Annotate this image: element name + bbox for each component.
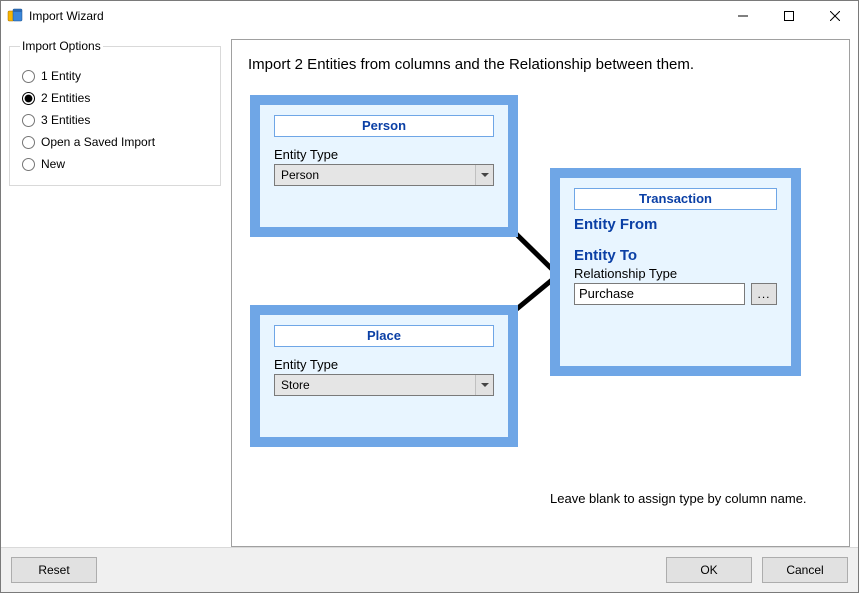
diagram-area: Person Entity Type Person Place Entity T… bbox=[232, 95, 849, 546]
reset-button[interactable]: Reset bbox=[11, 557, 97, 583]
close-button[interactable] bbox=[812, 1, 858, 31]
entity-card-place: Place Entity Type Store bbox=[250, 305, 518, 447]
instruction-text: Import 2 Entities from columns and the R… bbox=[248, 56, 694, 73]
maximize-button[interactable] bbox=[766, 1, 812, 31]
combo-value: Person bbox=[275, 165, 475, 185]
option-open-saved[interactable]: Open a Saved Import bbox=[22, 135, 210, 149]
combo-value: Store bbox=[275, 375, 475, 395]
entity-type-combo-place[interactable]: Store bbox=[274, 374, 494, 396]
radio-3-entities[interactable] bbox=[22, 114, 35, 127]
option-label: Open a Saved Import bbox=[41, 135, 155, 149]
option-2-entities[interactable]: 2 Entities bbox=[22, 91, 210, 105]
content-area: Import Options 1 Entity 2 Entities 3 Ent… bbox=[1, 31, 858, 547]
entity-from-label: Entity From bbox=[574, 216, 777, 233]
browse-button[interactable]: ... bbox=[751, 283, 777, 305]
entity-to-label: Entity To bbox=[574, 247, 777, 264]
radio-new[interactable] bbox=[22, 158, 35, 171]
main-panel: Import 2 Entities from columns and the R… bbox=[231, 39, 850, 547]
radio-open-saved[interactable] bbox=[22, 136, 35, 149]
sidebar: Import Options 1 Entity 2 Entities 3 Ent… bbox=[9, 39, 221, 547]
entity-type-combo-person[interactable]: Person bbox=[274, 164, 494, 186]
app-icon bbox=[7, 8, 23, 24]
radio-2-entities[interactable] bbox=[22, 92, 35, 105]
entity-type-label: Entity Type bbox=[274, 147, 494, 162]
relationship-type-label: Relationship Type bbox=[574, 266, 777, 281]
import-options-legend: Import Options bbox=[20, 39, 103, 53]
titlebar: Import Wizard bbox=[1, 1, 858, 31]
relationship-title: Transaction bbox=[574, 188, 777, 210]
option-label: New bbox=[41, 157, 65, 171]
relationship-card: Transaction Entity From Entity To Relati… bbox=[550, 168, 801, 376]
relationship-type-input[interactable]: Purchase bbox=[574, 283, 745, 305]
chevron-down-icon bbox=[475, 165, 493, 185]
cancel-button[interactable]: Cancel bbox=[762, 557, 848, 583]
entity-title: Place bbox=[274, 325, 494, 347]
radio-1-entity[interactable] bbox=[22, 70, 35, 83]
window-title: Import Wizard bbox=[29, 9, 104, 23]
option-label: 2 Entities bbox=[41, 91, 90, 105]
option-new[interactable]: New bbox=[22, 157, 210, 171]
entity-type-label: Entity Type bbox=[274, 357, 494, 372]
minimize-button[interactable] bbox=[720, 1, 766, 31]
import-options-group: Import Options 1 Entity 2 Entities 3 Ent… bbox=[9, 39, 221, 186]
footer: Reset OK Cancel bbox=[1, 547, 858, 592]
chevron-down-icon bbox=[475, 375, 493, 395]
option-1-entity[interactable]: 1 Entity bbox=[22, 69, 210, 83]
hint-text: Leave blank to assign type by column nam… bbox=[550, 491, 807, 506]
entity-card-person: Person Entity Type Person bbox=[250, 95, 518, 237]
option-label: 1 Entity bbox=[41, 69, 81, 83]
ok-button[interactable]: OK bbox=[666, 557, 752, 583]
option-3-entities[interactable]: 3 Entities bbox=[22, 113, 210, 127]
entity-title: Person bbox=[274, 115, 494, 137]
option-label: 3 Entities bbox=[41, 113, 90, 127]
